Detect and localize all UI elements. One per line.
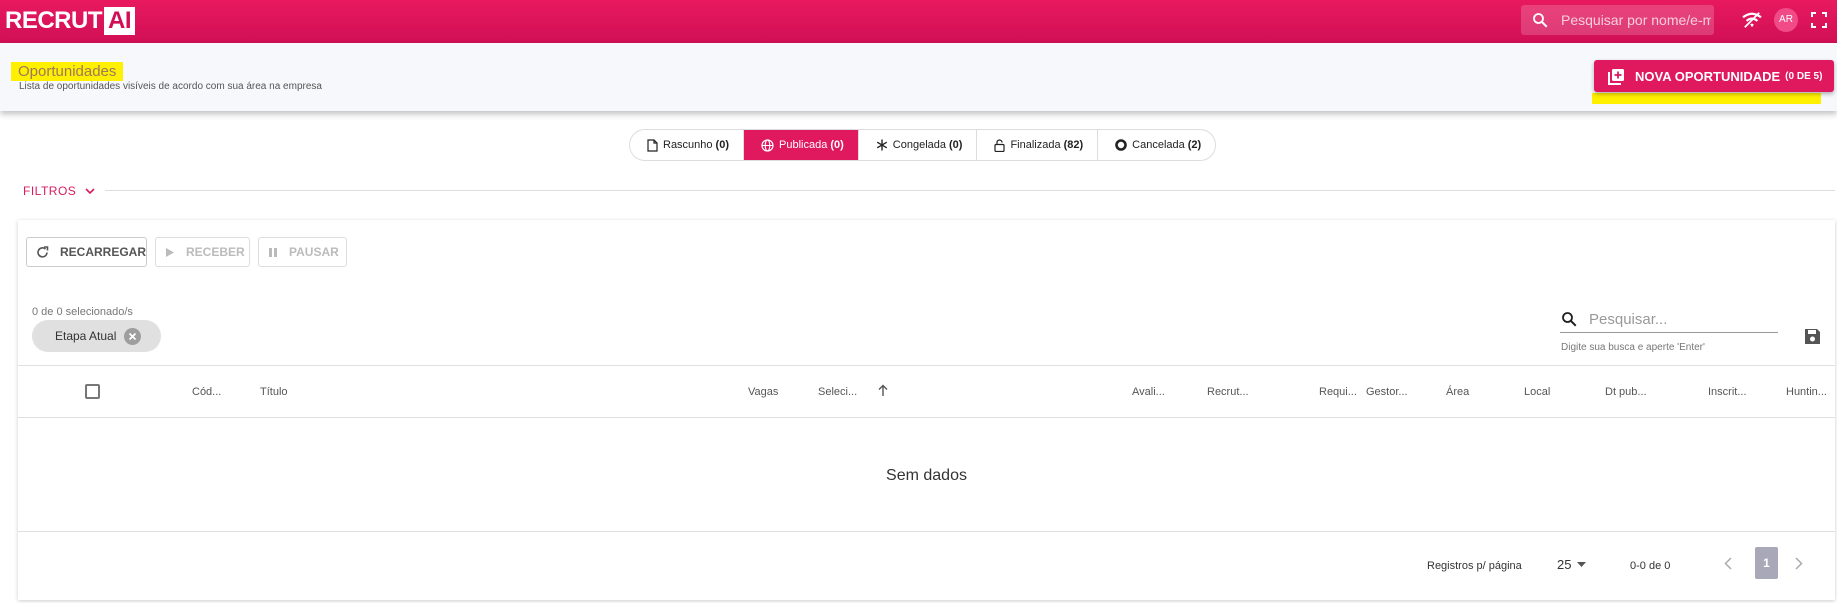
tab-count: (2) xyxy=(1187,139,1202,151)
page-range: 0-0 de 0 xyxy=(1630,560,1671,572)
page-title: Oportunidades xyxy=(11,62,124,81)
column-header[interactable]: Huntin... xyxy=(1786,386,1827,398)
column-header[interactable]: Área xyxy=(1446,386,1469,398)
table-header: Cód... Título Vagas Seleci... Avali... R… xyxy=(18,365,1835,418)
rows-per-page-label: Registros p/ página xyxy=(1427,560,1522,572)
globe-icon xyxy=(761,138,774,152)
wifi-icon[interactable] xyxy=(1741,11,1763,29)
column-header[interactable]: Vagas xyxy=(748,386,778,398)
app-logo[interactable]: RECRUT AI xyxy=(5,7,135,35)
file-icon xyxy=(647,138,658,152)
column-header[interactable]: Recrut... xyxy=(1207,386,1249,398)
caret-down-icon xyxy=(1577,562,1587,567)
user-avatar[interactable]: AR xyxy=(1774,8,1798,32)
tab-publicada[interactable]: Publicada (0) xyxy=(744,130,859,160)
new-opportunity-count: (0 DE 5) xyxy=(1785,70,1823,82)
column-header[interactable]: Seleci... xyxy=(818,386,857,398)
chevron-left-icon[interactable] xyxy=(1724,557,1732,570)
selection-count: 0 de 0 selecionado/s xyxy=(32,306,133,318)
search-icon[interactable] xyxy=(1531,11,1549,29)
new-opportunity-label: NOVA OPORTUNIDADE xyxy=(1635,68,1781,84)
select-all-checkbox[interactable] xyxy=(85,384,100,399)
column-header[interactable]: Inscrit... xyxy=(1708,386,1747,398)
empty-state-text: Sem dados xyxy=(886,467,967,484)
tab-label: Rascunho xyxy=(663,139,713,151)
new-opportunity-button[interactable]: NOVA OPORTUNIDADE (0 DE 5) xyxy=(1594,60,1834,92)
group-by-chip[interactable]: Etapa Atual xyxy=(32,320,161,352)
page-button-current[interactable]: 1 xyxy=(1755,547,1778,579)
refresh-icon xyxy=(37,245,49,258)
close-icon[interactable] xyxy=(124,327,142,345)
tab-rascunho[interactable]: Rascunho (0) xyxy=(630,130,744,160)
tab-finalizada[interactable]: Finalizada (82) xyxy=(977,130,1099,160)
page-header: Oportunidades Lista de oportunidades vis… xyxy=(0,43,1837,111)
fullscreen-icon[interactable] xyxy=(1811,12,1827,28)
circle-icon xyxy=(1115,139,1127,151)
column-header[interactable]: Gestor... xyxy=(1366,386,1408,398)
lock-icon xyxy=(994,138,1006,152)
column-header[interactable]: Cód... xyxy=(192,386,221,398)
tab-label: Congelada xyxy=(892,139,946,151)
grid-search-hint: Digite sua busca e aperte 'Enter' xyxy=(1561,342,1705,353)
column-header[interactable]: Título xyxy=(260,386,288,398)
tab-congelada[interactable]: Congelada (0) xyxy=(859,130,978,160)
tab-label: Finalizada xyxy=(1010,139,1061,151)
search-icon[interactable] xyxy=(1560,310,1578,328)
tab-count: (0) xyxy=(715,139,729,151)
chevron-down-icon xyxy=(85,187,95,194)
save-icon[interactable] xyxy=(1804,328,1821,345)
global-search xyxy=(1521,5,1714,35)
filters-divider xyxy=(105,190,1835,191)
grid-search-input[interactable] xyxy=(1589,310,1769,328)
top-app-bar: RECRUTAI AR xyxy=(0,0,1837,43)
reload-button[interactable]: RECARREGAR xyxy=(26,237,147,267)
footer-divider xyxy=(18,531,1835,532)
status-tabs: Rascunho (0) Publicada (0) Congelada (0) Fi… xyxy=(629,129,1217,161)
opportunities-grid-card: RECARREGAR RECEBER PAUSAR 0 de 0 selecio… xyxy=(18,220,1835,600)
filters-label: FILTROS xyxy=(23,184,77,198)
tab-count: (0) xyxy=(830,139,844,151)
page-subtitle: Lista de oportunidades visíveis de acord… xyxy=(19,81,322,92)
filters-toggle[interactable]: FILTROS xyxy=(23,184,95,198)
receive-label: RECEBER xyxy=(186,245,245,259)
tab-label: Cancelada xyxy=(1132,139,1185,151)
column-header[interactable]: Avali... xyxy=(1132,386,1165,398)
pause-icon xyxy=(269,247,277,257)
rows-per-page-select[interactable]: 25 xyxy=(1557,557,1587,572)
tab-count: (0) xyxy=(949,139,963,151)
tab-cancelada[interactable]: Cancelada (2) xyxy=(1098,130,1215,160)
sort-ascending-icon[interactable] xyxy=(878,384,888,397)
snowflake-icon xyxy=(876,139,888,151)
reload-label: RECARREGAR xyxy=(59,245,146,259)
group-by-chip-label: Etapa Atual xyxy=(55,329,117,343)
chevron-right-icon[interactable] xyxy=(1795,557,1803,570)
rows-per-page-value: 25 xyxy=(1557,557,1572,572)
global-search-input[interactable] xyxy=(1561,12,1711,28)
tab-count: (82) xyxy=(1063,139,1084,151)
add-box-icon xyxy=(1608,68,1624,85)
pause-label: PAUSAR xyxy=(289,245,339,259)
pause-button[interactable]: PAUSAR xyxy=(258,237,347,267)
tab-label: Publicada xyxy=(779,139,828,151)
logo-text: RECRUT xyxy=(5,7,103,34)
play-icon xyxy=(166,247,174,257)
column-header[interactable]: Local xyxy=(1524,386,1550,398)
column-header[interactable]: Dt pub... xyxy=(1605,386,1647,398)
receive-button[interactable]: RECEBER xyxy=(155,237,250,267)
logo-ai-badge: AI xyxy=(104,7,135,35)
highlight-mark xyxy=(1592,93,1821,104)
column-header[interactable]: Requi... xyxy=(1319,386,1357,398)
grid-search xyxy=(1560,306,1778,333)
